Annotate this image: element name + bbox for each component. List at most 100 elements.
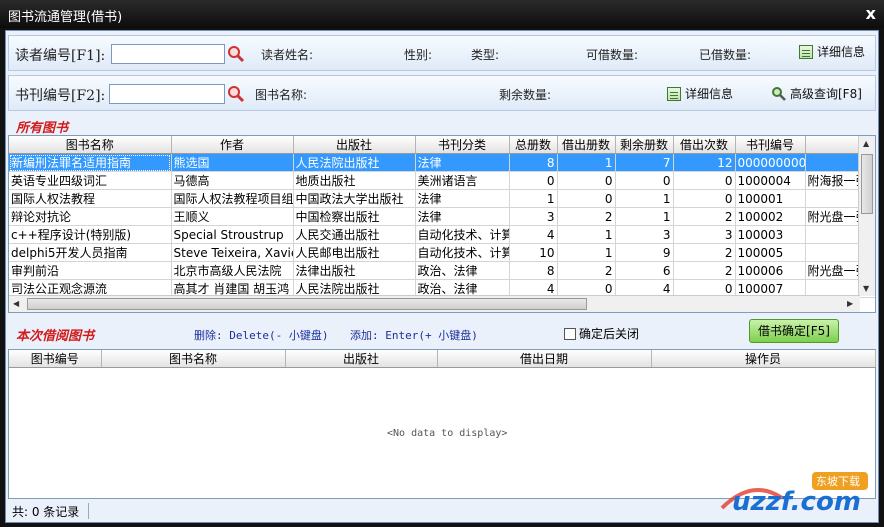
table-row[interactable]: delphi5开发人员指南Steve Teixeira, Xavier Pach… [9, 243, 875, 262]
table-cell[interactable]: 100003 [735, 225, 806, 244]
table-cell[interactable]: delphi5开发人员指南 [9, 243, 172, 262]
advanced-search-button[interactable]: 高级查询[F8] [771, 85, 862, 102]
close-icon[interactable]: x [866, 4, 876, 23]
table-cell[interactable]: 1 [557, 243, 616, 262]
scroll-right-icon[interactable]: ▶ [847, 299, 853, 308]
reader-id-input[interactable] [111, 44, 225, 64]
table-cell[interactable]: Special Stroustrup [171, 225, 294, 244]
col-header-operator[interactable]: 操作员 [651, 350, 876, 368]
table-cell[interactable]: 审判前沿 [9, 261, 172, 280]
table-row[interactable]: 辩论对抗论 王顺义 中国检察出版社 法律 3 2 1 2 100002 附光盘一张 [9, 207, 875, 226]
table-cell[interactable]: 0 [673, 171, 736, 190]
table-cell[interactable]: 0 [557, 171, 616, 190]
table-cell[interactable]: 人民法院出版社 [293, 153, 416, 172]
table-cell[interactable]: 英语专业四级词汇 [9, 171, 172, 190]
table-row[interactable]: c++程序设计(特别版) Special Stroustrup 人民交通出版社 自动化… [9, 225, 875, 244]
table-cell[interactable]: 中国检察出版社 [293, 207, 416, 226]
table-cell[interactable]: 0 [673, 189, 736, 208]
table-cell[interactable]: 100001 [735, 189, 806, 208]
reader-detail-button[interactable]: 详细信息 [799, 43, 865, 60]
book-search-icon[interactable] [227, 85, 245, 103]
table-cell[interactable]: 2 [557, 261, 616, 280]
table-cell[interactable]: 8 [509, 153, 558, 172]
table-cell[interactable]: 1 [509, 189, 558, 208]
table-cell[interactable]: 王顺义 [171, 207, 294, 226]
table-cell[interactable]: 人民邮电出版社 [293, 243, 416, 262]
horizontal-scroll-thumb[interactable] [27, 298, 587, 310]
table-cell[interactable]: 2 [673, 207, 736, 226]
book-detail-button[interactable]: 详细信息 [667, 85, 733, 102]
table-cell[interactable]: 9 [615, 243, 674, 262]
col-header-book-name[interactable]: 图书名称 [101, 350, 286, 368]
table-cell[interactable]: Steve Teixeira, Xavier Pacheco [171, 243, 294, 262]
table-cell[interactable]: 1 [615, 207, 674, 226]
vertical-scroll-thumb[interactable] [861, 154, 873, 214]
table-cell[interactable]: 3 [509, 207, 558, 226]
table-cell[interactable]: 地质出版社 [293, 171, 416, 190]
table-cell[interactable]: 美洲诸语言 [415, 171, 510, 190]
col-header-publisher[interactable]: 出版社 [293, 136, 416, 154]
table-cell[interactable]: 法律 [415, 153, 510, 172]
col-header-title[interactable]: 图书名称 [9, 136, 172, 154]
table-cell[interactable]: 0000000001 [735, 153, 806, 172]
table-cell[interactable]: 10 [509, 243, 558, 262]
table-cell[interactable]: 4 [509, 225, 558, 244]
table-cell[interactable]: 12 [673, 153, 736, 172]
table-cell[interactable]: 北京市高级人民法院 [171, 261, 294, 280]
col-header-book-id[interactable]: 书刊编号 [735, 136, 806, 154]
table-cell[interactable]: 熊选国 [171, 153, 294, 172]
col-header-author[interactable]: 作者 [171, 136, 294, 154]
table-cell[interactable]: 1000004 [735, 171, 806, 190]
table-cell[interactable]: 7 [615, 153, 674, 172]
table-cell[interactable]: 2 [557, 207, 616, 226]
table-row[interactable]: 英语专业四级词汇 马德高 地质出版社 美洲诸语言 0 0 0 0 1000004 附海报一张 [9, 171, 875, 190]
all-books-vertical-scrollbar[interactable]: ▲ ▼ [858, 136, 875, 296]
all-books-horizontal-scrollbar[interactable]: ◀ ▶ [9, 295, 860, 312]
col-header-lent[interactable]: 借出册数 [557, 136, 616, 154]
scroll-left-icon[interactable]: ◀ [13, 299, 19, 308]
table-cell[interactable]: 1 [557, 225, 616, 244]
table-cell[interactable]: 3 [673, 225, 736, 244]
col-header-book-number[interactable]: 图书编号 [9, 350, 102, 368]
col-header-publisher[interactable]: 出版社 [285, 350, 438, 368]
table-cell[interactable]: 法律 [415, 189, 510, 208]
table-cell[interactable]: 法律出版社 [293, 261, 416, 280]
table-cell[interactable]: 6 [615, 261, 674, 280]
checkbox-box[interactable] [564, 327, 576, 340]
book-id-input[interactable] [109, 84, 225, 104]
table-cell[interactable]: 自动化技术、计算机技术 [415, 243, 510, 262]
col-header-lend-date[interactable]: 借出日期 [437, 350, 652, 368]
table-cell[interactable]: 100006 [735, 261, 806, 280]
table-row[interactable]: 国际人权法教程 国际人权法教程项目组 中国政法大学出版社 法律 1 0 1 0 100001 [9, 189, 875, 208]
table-cell[interactable]: 自动化技术、计算机技术 [415, 225, 510, 244]
col-header-remaining[interactable]: 剩余册数 [615, 136, 674, 154]
table-cell[interactable]: 1 [557, 153, 616, 172]
table-cell[interactable]: 2 [673, 261, 736, 280]
table-cell[interactable]: 0 [615, 171, 674, 190]
table-cell[interactable]: 辩论对抗论 [9, 207, 172, 226]
scroll-up-icon[interactable]: ▲ [863, 139, 869, 148]
table-cell[interactable]: c++程序设计(特别版) [9, 225, 172, 244]
table-cell[interactable]: 1 [615, 189, 674, 208]
scroll-down-icon[interactable]: ▼ [863, 284, 869, 293]
table-cell[interactable]: 马德高 [171, 171, 294, 190]
col-header-total[interactable]: 总册数 [509, 136, 558, 154]
table-row[interactable]: 审判前沿 北京市高级人民法院 法律出版社 政治、法律 8 2 6 2 100006 附光盘一张 [9, 261, 875, 280]
table-row[interactable]: 新编刑法罪名适用指南熊选国人民法院出版社法律817120000000001 [9, 153, 875, 172]
col-header-category[interactable]: 书刊分类 [415, 136, 510, 154]
table-cell[interactable]: 0 [557, 189, 616, 208]
table-cell[interactable]: 国际人权法教程项目组 [171, 189, 294, 208]
table-cell[interactable]: 100002 [735, 207, 806, 226]
col-header-lend-times[interactable]: 借出次数 [673, 136, 736, 154]
table-cell[interactable]: 8 [509, 261, 558, 280]
table-cell[interactable]: 国际人权法教程 [9, 189, 172, 208]
reader-search-icon[interactable] [227, 45, 245, 63]
table-cell[interactable]: 中国政法大学出版社 [293, 189, 416, 208]
table-cell[interactable]: 100005 [735, 243, 806, 262]
close-after-confirm-checkbox[interactable]: 确定后关闭 [564, 325, 639, 342]
all-books-grid[interactable]: 图书名称 作者 出版社 书刊分类 总册数 借出册数 剩余册数 借出次数 书刊编号… [8, 135, 876, 313]
table-cell[interactable]: 政治、法律 [415, 261, 510, 280]
confirm-borrow-button[interactable]: 借书确定[F5] [749, 319, 839, 343]
table-cell[interactable]: 0 [509, 171, 558, 190]
table-cell[interactable]: 人民交通出版社 [293, 225, 416, 244]
